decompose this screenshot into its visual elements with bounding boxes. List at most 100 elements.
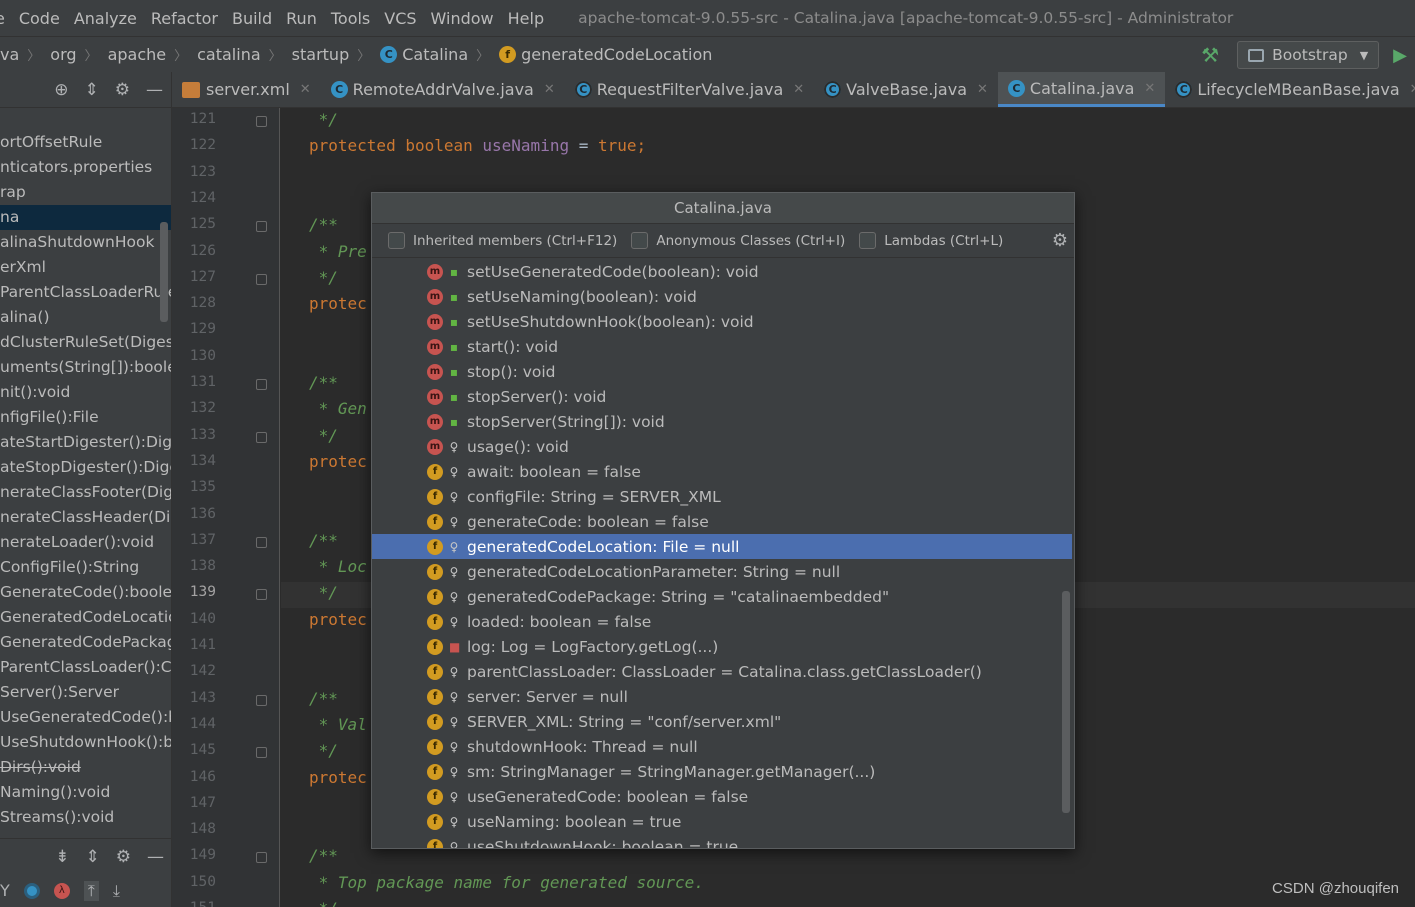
menu-item-vcs[interactable]: VCS	[384, 9, 416, 28]
breadcrumb-member[interactable]: f generatedCodeLocation	[499, 45, 712, 64]
structure-item[interactable]: GenerateCode():boolea	[0, 580, 171, 605]
menu-item-window[interactable]: Window	[431, 9, 494, 28]
collapse-all-icon[interactable]: ⇕	[86, 847, 100, 867]
fold-marker-icon[interactable]	[256, 116, 267, 127]
member-item[interactable]: m ▪ setUseGeneratedCode(boolean): void	[372, 259, 1072, 284]
close-icon[interactable]: ✕	[977, 82, 988, 97]
fold-marker-icon[interactable]	[256, 431, 267, 443]
expand-all-icon[interactable]: ⇟	[55, 847, 69, 867]
editor-tab[interactable]: C RequestFilterValve.java ✕	[565, 72, 814, 107]
member-item[interactable]: f ♀ generatedCodeLocationParameter: String…	[372, 559, 1072, 584]
fold-marker-icon[interactable]	[256, 221, 267, 233]
structure-item[interactable]: ateStartDigester():Diges	[0, 430, 171, 455]
member-item[interactable]: m ▪ start(): void	[372, 334, 1072, 359]
checkbox-box[interactable]	[388, 232, 405, 249]
close-icon[interactable]: ✕	[1144, 81, 1155, 96]
breadcrumb-item[interactable]: catalina 〉	[197, 45, 292, 64]
structure-item[interactable]: ConfigFile():String	[0, 555, 171, 580]
member-item[interactable]: f ♀ SERVER_XML: String = "conf/server.xml"	[372, 709, 1072, 734]
close-icon[interactable]: ✕	[1410, 82, 1415, 97]
structure-item[interactable]: nerateClassHeader(Dige	[0, 505, 171, 530]
menu-item-code[interactable]: Code	[19, 9, 60, 28]
breadcrumb-item[interactable]: apache 〉	[108, 45, 198, 64]
editor-tab[interactable]: server.xml ✕	[172, 72, 321, 107]
member-item[interactable]: m ▪ setUseShutdownHook(boolean): void	[372, 309, 1072, 334]
member-item[interactable]: f ♀ loaded: boolean = false	[372, 609, 1072, 634]
minimize-icon[interactable]: —	[146, 80, 163, 100]
structure-item[interactable]: GeneratedCodeLocatio	[0, 605, 171, 630]
gear-icon[interactable]: ⚙	[1052, 230, 1068, 251]
filter-icon[interactable]: Y	[0, 881, 10, 900]
gear-icon[interactable]: ⚙	[116, 847, 131, 867]
structure-item[interactable]: nerateLoader():void	[0, 530, 171, 555]
structure-item[interactable]: UseShutdownHook():bo	[0, 730, 171, 755]
circle-icon[interactable]	[23, 882, 40, 899]
editor-tab[interactable]: C RemoteAddrValve.java ✕	[321, 72, 565, 107]
member-item[interactable]: f ♀ generatedCodePackage: String = "catali…	[372, 584, 1072, 609]
checkbox-box[interactable]	[631, 232, 649, 249]
member-item[interactable]: f ♀ useShutdownHook: boolean = true	[372, 834, 1072, 848]
sort-up-icon[interactable]: ⤒	[83, 880, 99, 901]
structure-item[interactable]: alinaShutdownHook	[0, 230, 171, 255]
structure-item[interactable]: Naming():void	[0, 780, 171, 805]
close-icon[interactable]: ✕	[793, 82, 804, 97]
hammer-build-icon[interactable]: ⚒	[1201, 43, 1219, 67]
menu-item-file-partial[interactable]: e	[0, 9, 5, 28]
structure-scrollbar[interactable]	[160, 222, 168, 322]
menu-item-help[interactable]: Help	[508, 9, 544, 28]
structure-item[interactable]: na	[0, 205, 171, 230]
structure-item[interactable]: GeneratedCodePackage	[0, 630, 171, 655]
fold-marker-icon[interactable]	[256, 379, 267, 390]
inherited-members-checkbox[interactable]: Inherited members (Ctrl+F12)	[388, 232, 617, 249]
structure-item[interactable]: ParentClassLoaderRule	[0, 280, 171, 305]
fold-marker-icon[interactable]	[256, 747, 267, 759]
menu-item-run[interactable]: Run	[286, 9, 317, 28]
lambdas-checkbox[interactable]: Lambdas (Ctrl+L)	[859, 232, 1003, 249]
structure-item[interactable]: erXml	[0, 255, 171, 280]
structure-item[interactable]: nticators.properties	[0, 155, 171, 180]
member-item[interactable]: f ♀ parentClassLoader: ClassLoader = Catal…	[372, 659, 1072, 684]
popup-scrollbar[interactable]	[1062, 591, 1070, 813]
collapse-icon[interactable]: ⇕	[85, 80, 99, 100]
breadcrumb-item[interactable]: org 〉	[50, 45, 107, 64]
structure-item[interactable]: Server():Server	[0, 680, 171, 705]
member-item[interactable]: m ▪ stop(): void	[372, 359, 1072, 384]
structure-item[interactable]: uments(String[]):boolea	[0, 355, 171, 380]
member-item[interactable]: f ♀ useGeneratedCode: boolean = false	[372, 784, 1072, 809]
crosshair-icon[interactable]: ⊕	[54, 80, 68, 100]
menu-item-tools[interactable]: Tools	[331, 9, 370, 28]
sort-down-icon[interactable]: ⤓	[113, 881, 120, 901]
minimize-icon[interactable]: —	[147, 847, 164, 867]
structure-item[interactable]: ateStopDigester():Diges	[0, 455, 171, 480]
member-item[interactable]: f ♀ shutdownHook: Thread = null	[372, 734, 1072, 759]
structure-item[interactable]: nerateClassFooter(Diges	[0, 480, 171, 505]
fold-marker-icon[interactable]	[256, 852, 267, 864]
member-item[interactable]: m ▪ stopServer(String[]): void	[372, 409, 1072, 434]
member-item[interactable]: m ▪ stopServer(): void	[372, 384, 1072, 409]
member-item[interactable]: f ♀ useNaming: boolean = true	[372, 809, 1072, 834]
member-item[interactable]: f ♀ server: Server = null	[372, 684, 1072, 709]
fold-marker-icon[interactable]	[256, 536, 267, 548]
breadcrumb-item[interactable]: va 〉	[0, 45, 50, 64]
member-item[interactable]: m ▪ setUseNaming(boolean): void	[372, 284, 1072, 309]
menu-item-build[interactable]: Build	[232, 9, 272, 28]
fold-marker-icon[interactable]	[256, 694, 267, 706]
editor-tab[interactable]: CLifecycleMBeanBase.java ✕	[1165, 72, 1415, 107]
close-icon[interactable]: ✕	[544, 82, 555, 97]
anonymous-classes-checkbox[interactable]: Anonymous Classes (Ctrl+I)	[631, 232, 845, 249]
editor-tab[interactable]: C Catalina.java ✕	[997, 72, 1166, 107]
member-item[interactable]: f ♀ configFile: String = SERVER_XML	[372, 484, 1072, 509]
member-item[interactable]: f ♀ generateCode: boolean = false	[372, 509, 1072, 534]
run-icon[interactable]: ▶	[1393, 45, 1407, 66]
member-item[interactable]: f ♀ generatedCodeLocation: File = null	[372, 534, 1072, 559]
member-item[interactable]: m ♀ usage(): void	[372, 434, 1072, 459]
structure-item[interactable]: UseGeneratedCode():bo	[0, 705, 171, 730]
gear-icon[interactable]: ⚙	[115, 80, 130, 100]
lambda-icon[interactable]: λ	[53, 882, 70, 899]
breadcrumb-item[interactable]: startup 〉	[292, 45, 381, 64]
structure-item[interactable]: nit():void	[0, 380, 171, 405]
structure-item[interactable]: alina()	[0, 305, 171, 330]
structure-item[interactable]: nfigFile():File	[0, 405, 171, 430]
run-configuration-dropdown[interactable]: Bootstrap ▼	[1237, 41, 1380, 69]
member-item[interactable]: f ♀ sm: StringManager = StringManager.getM…	[372, 759, 1072, 784]
